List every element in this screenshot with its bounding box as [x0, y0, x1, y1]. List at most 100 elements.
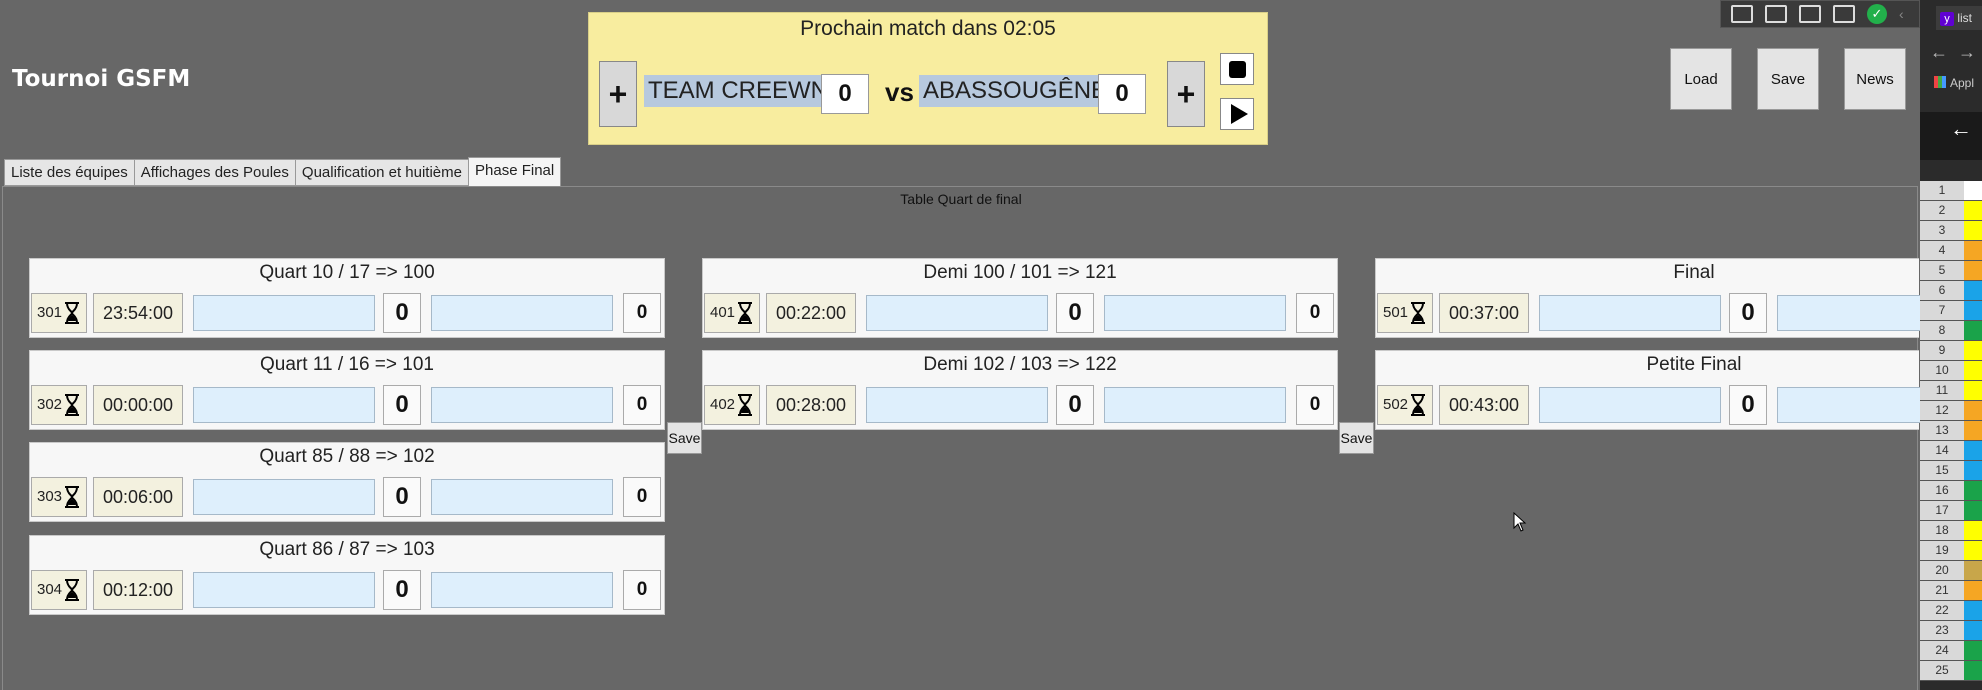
excel-cell[interactable] — [1964, 321, 1982, 340]
apps-grid-icon[interactable] — [1934, 76, 1946, 88]
excel-cell[interactable] — [1964, 441, 1982, 460]
excel-cell[interactable] — [1964, 221, 1982, 240]
excel-row[interactable]: 10 — [1920, 361, 1982, 381]
stop-button[interactable] — [1220, 53, 1254, 85]
team1-score-field[interactable]: 0 — [1056, 385, 1094, 425]
team2-input[interactable] — [431, 479, 613, 515]
match-time[interactable]: 00:00:00 — [93, 385, 183, 425]
excel-cell[interactable] — [1964, 281, 1982, 300]
match-id[interactable]: 502 — [1377, 385, 1433, 425]
excel-cell[interactable] — [1964, 201, 1982, 220]
save-quarters-button[interactable]: Save — [667, 422, 702, 454]
news-button[interactable]: News — [1844, 48, 1906, 110]
play-button[interactable] — [1220, 98, 1254, 130]
excel-cell[interactable] — [1964, 301, 1982, 320]
team1-score-field[interactable]: 0 — [383, 477, 421, 517]
team2-input[interactable] — [431, 295, 613, 331]
excel-row[interactable]: 5 — [1920, 261, 1982, 281]
excel-row[interactable]: 12 — [1920, 401, 1982, 421]
team1-input[interactable] — [193, 572, 375, 608]
excel-row[interactable]: 13 — [1920, 421, 1982, 441]
save-semis-button[interactable]: Save — [1339, 422, 1374, 454]
match-time[interactable]: 23:54:00 — [93, 293, 183, 333]
excel-cell[interactable] — [1964, 381, 1982, 400]
team2-input[interactable] — [1777, 387, 1920, 423]
team2-score-field[interactable]: 0 — [623, 385, 661, 425]
tab-phase-final[interactable]: Phase Final — [468, 157, 562, 186]
team2-score-field[interactable]: 0 — [623, 293, 661, 333]
excel-cell[interactable] — [1964, 181, 1982, 200]
team1-score-field[interactable]: 0 — [383, 385, 421, 425]
excel-cell[interactable] — [1964, 521, 1982, 540]
excel-cell[interactable] — [1964, 621, 1982, 640]
save-button[interactable]: Save — [1757, 48, 1819, 110]
forward-arrow-icon[interactable]: → — [1958, 42, 1976, 63]
team1-score-field[interactable]: 0 — [383, 293, 421, 333]
excel-row[interactable]: 23 — [1920, 621, 1982, 641]
excel-cell[interactable] — [1964, 541, 1982, 560]
excel-cell[interactable] — [1964, 421, 1982, 440]
excel-back-icon[interactable]: ← — [1950, 116, 1972, 142]
team1-score[interactable]: 0 — [821, 74, 869, 114]
load-button[interactable]: Load — [1670, 48, 1732, 110]
excel-row[interactable]: 18 — [1920, 521, 1982, 541]
team2-score[interactable]: 0 — [1098, 74, 1146, 114]
match-id[interactable]: 501 — [1377, 293, 1433, 333]
excel-row[interactable]: 1 — [1920, 181, 1982, 201]
match-id[interactable]: 302 — [31, 385, 87, 425]
excel-cell[interactable] — [1964, 241, 1982, 260]
match-time[interactable]: 00:43:00 — [1439, 385, 1529, 425]
excel-cell[interactable] — [1964, 361, 1982, 380]
live-tree-icon[interactable] — [1731, 5, 1753, 23]
team2-input[interactable] — [431, 387, 613, 423]
excel-row[interactable]: 4 — [1920, 241, 1982, 261]
match-time[interactable]: 00:22:00 — [766, 293, 856, 333]
excel-cell[interactable] — [1964, 501, 1982, 520]
excel-row[interactable]: 11 — [1920, 381, 1982, 401]
collapse-chevron-icon[interactable]: ‹ — [1899, 6, 1904, 22]
team2-input[interactable] — [1104, 295, 1286, 331]
excel-row[interactable]: 9 — [1920, 341, 1982, 361]
team1-input[interactable] — [1539, 387, 1721, 423]
match-id[interactable]: 303 — [31, 477, 87, 517]
team1-plus-button[interactable]: + — [599, 61, 637, 127]
team1-input[interactable] — [866, 387, 1048, 423]
excel-cell[interactable] — [1964, 601, 1982, 620]
match-id[interactable]: 304 — [31, 570, 87, 610]
team2-input[interactable] — [431, 572, 613, 608]
team2-score-field[interactable]: 0 — [1296, 385, 1334, 425]
excel-cell[interactable] — [1964, 661, 1982, 680]
excel-cell[interactable] — [1964, 481, 1982, 500]
select-element-icon[interactable] — [1765, 5, 1787, 23]
excel-cell[interactable] — [1964, 461, 1982, 480]
excel-cell[interactable] — [1964, 261, 1982, 280]
team2-input[interactable] — [1104, 387, 1286, 423]
tab-liste-equipes[interactable]: Liste des équipes — [4, 159, 134, 186]
excel-row[interactable]: 8 — [1920, 321, 1982, 341]
team2-plus-button[interactable]: + — [1167, 61, 1205, 127]
excel-cell[interactable] — [1964, 401, 1982, 420]
team1-score-field[interactable]: 0 — [1729, 293, 1767, 333]
match-time[interactable]: 00:28:00 — [766, 385, 856, 425]
match-id[interactable]: 402 — [704, 385, 760, 425]
excel-row[interactable]: 17 — [1920, 501, 1982, 521]
excel-row[interactable]: 15 — [1920, 461, 1982, 481]
team1-input[interactable] — [193, 387, 375, 423]
team2-score-field[interactable]: 0 — [623, 570, 661, 610]
team2-score-field[interactable]: 0 — [623, 477, 661, 517]
tab-qualification[interactable]: Qualification et huitième — [294, 159, 468, 186]
match-time[interactable]: 00:37:00 — [1439, 293, 1529, 333]
team1-input[interactable] — [866, 295, 1048, 331]
match-id[interactable]: 301 — [31, 293, 87, 333]
team2-input[interactable] — [1777, 295, 1920, 331]
match-time[interactable]: 00:12:00 — [93, 570, 183, 610]
display-layout-icon[interactable] — [1799, 5, 1821, 23]
excel-row[interactable]: 19 — [1920, 541, 1982, 561]
excel-row[interactable]: 16 — [1920, 481, 1982, 501]
excel-cell[interactable] — [1964, 341, 1982, 360]
team1-score-field[interactable]: 0 — [383, 570, 421, 610]
browser-tab[interactable]: y list — [1936, 6, 1982, 30]
excel-cell[interactable] — [1964, 581, 1982, 600]
excel-cell[interactable] — [1964, 561, 1982, 580]
excel-row[interactable]: 3 — [1920, 221, 1982, 241]
